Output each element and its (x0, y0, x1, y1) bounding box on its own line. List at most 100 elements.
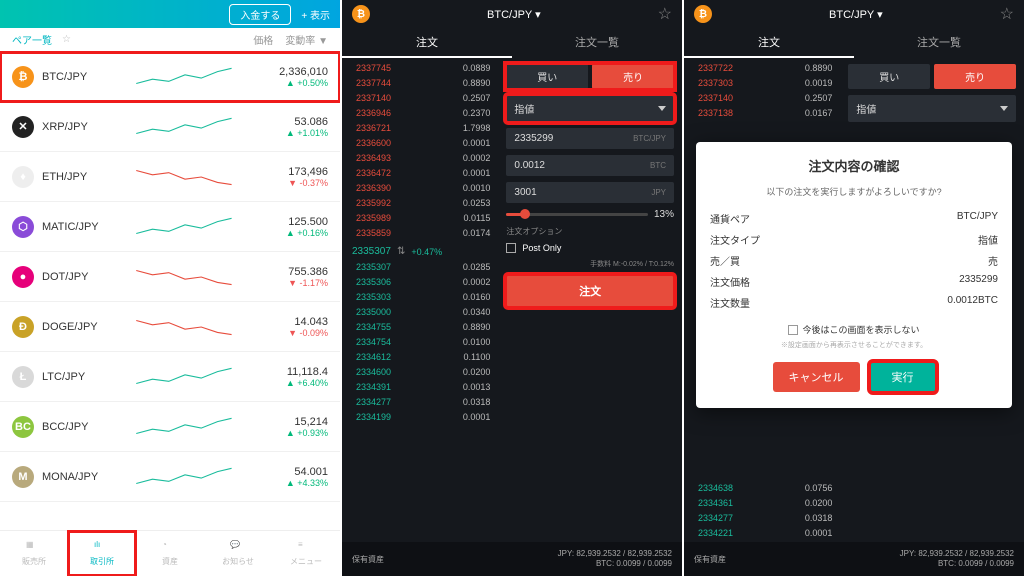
orderbook-row[interactable]: 23346380.0756 (684, 482, 840, 497)
total-input[interactable]: 3001JPY (506, 182, 674, 203)
tab-order[interactable]: 注文 (342, 28, 512, 58)
pair-row[interactable]: ₿ BTC/JPY 2,336,010 ▲ +0.50% (0, 52, 340, 102)
tab-order-list[interactable]: 注文一覧 (854, 28, 1024, 58)
modal-row: 注文価格2335299 (710, 271, 998, 292)
orderbook-row[interactable]: 23342770.0318 (342, 396, 498, 411)
sparkline (112, 114, 258, 140)
pair-change: ▲ +6.40% (258, 378, 328, 388)
sell-tab[interactable]: 売り (592, 64, 674, 89)
sparkline (112, 164, 258, 190)
pair-price: 14.043 (258, 316, 328, 328)
top-bar: 入金する + 表示 (0, 0, 340, 28)
orderbook-row[interactable]: 23363900.0010 (342, 182, 498, 197)
show-link[interactable]: + 表示 (301, 7, 330, 22)
sparkline (112, 64, 258, 90)
orderbook-row[interactable]: 23359920.0253 (342, 197, 498, 212)
cancel-button[interactable]: キャンセル (773, 362, 860, 392)
modal-row: 通貨ペアBTC/JPY (710, 208, 998, 229)
modal-note: ※設定画面から再表示させることができます。 (710, 340, 998, 350)
orderbook-row[interactable]: 23371400.2507 (684, 92, 840, 107)
sparkline (112, 364, 258, 390)
pair-row[interactable]: ✕ XRP/JPY 53.086 ▲ +1.01% (0, 102, 340, 152)
deposit-button[interactable]: 入金する (229, 4, 291, 25)
nav-item[interactable]: ◔資産 (136, 531, 204, 576)
orderbook-row[interactable]: 23341990.0001 (342, 411, 498, 426)
bottom-nav: ▦販売所ılı取引所◔資産💬お知らせ≡メニュー (0, 530, 340, 576)
orderbook-row[interactable]: 23359890.0115 (342, 212, 498, 227)
dont-show-checkbox[interactable]: 今後はこの画面を表示しない (710, 323, 998, 336)
orderbook-row[interactable]: 23371380.0167 (684, 107, 840, 122)
orderbook-row[interactable]: 23342210.0001 (684, 527, 840, 542)
footer-label: 保有資産 (694, 554, 726, 565)
confirm-panel: ₿ BTC/JPY ▾ ☆ 注文 注文一覧 23377220.889023373… (684, 0, 1024, 576)
orderbook-row[interactable]: 23353060.0002 (342, 276, 498, 291)
orderbook-row[interactable]: 23343610.0200 (684, 497, 840, 512)
pair-row[interactable]: ⬡ MATIC/JPY 125.500 ▲ +0.16% (0, 202, 340, 252)
orderbook-row[interactable]: 23347540.0100 (342, 336, 498, 351)
order-type-select[interactable]: 指値 (848, 95, 1016, 122)
pair-row[interactable]: M MONA/JPY 54.001 ▲ +4.33% (0, 452, 340, 502)
orderbook-row[interactable]: 23346120.1100 (342, 351, 498, 366)
favorite-icon[interactable]: ☆ (1000, 4, 1014, 24)
orderbook-row[interactable]: 23346000.0200 (342, 366, 498, 381)
dot-icon: ● (12, 266, 34, 288)
pair-row[interactable]: BC BCC/JPY 15,214 ▲ +0.93% (0, 402, 340, 452)
pair-row[interactable]: Ð DOGE/JPY 14.043 ▼ -0.09% (0, 302, 340, 352)
pair-change: ▼ -1.17% (258, 278, 328, 288)
orderbook-row[interactable]: 23358590.0174 (342, 227, 498, 242)
modal-title: 注文内容の確認 (710, 156, 998, 175)
pair-price: 125.500 (258, 216, 328, 228)
orderbook-row[interactable]: 23371400.2507 (342, 92, 498, 107)
orderbook-row[interactable]: 23353030.0160 (342, 291, 498, 306)
orderbook-row[interactable]: 23373030.0019 (684, 77, 840, 92)
pair-row[interactable]: ♦ ETH/JPY 173,496 ▼ -0.37% (0, 152, 340, 202)
orderbook-row[interactable]: 23369460.2370 (342, 107, 498, 122)
favorites-tab-icon[interactable]: ☆ (62, 34, 71, 45)
amount-slider[interactable] (506, 213, 648, 216)
price-input[interactable]: 2335299BTC/JPY (506, 128, 674, 149)
orderbook-row[interactable]: 23364930.0002 (342, 152, 498, 167)
pair-selector[interactable]: BTC/JPY ▾ (829, 8, 883, 21)
pair-symbol: DOGE/JPY (42, 321, 112, 333)
confirm-modal: 注文内容の確認 以下の注文を実行しますがよろしいですか? 通貨ペアBTC/JPY… (696, 142, 1012, 408)
orderbook-row[interactable]: 23350000.0340 (342, 306, 498, 321)
orderbook-row[interactable]: 23347550.8890 (342, 321, 498, 336)
orderbook-row[interactable]: 23377450.0889 (342, 62, 498, 77)
pair-row[interactable]: ● DOT/JPY 755.386 ▼ -1.17% (0, 252, 340, 302)
favorite-icon[interactable]: ☆ (658, 4, 672, 24)
sell-tab[interactable]: 売り (934, 64, 1016, 89)
orderbook-row[interactable]: 23353070.0285 (342, 261, 498, 276)
pair-symbol: DOT/JPY (42, 271, 112, 283)
pair-tab[interactable]: ペア一覧 (12, 32, 52, 47)
execute-button[interactable]: 実行 (870, 362, 936, 392)
pair-selector[interactable]: BTC/JPY ▾ (487, 8, 541, 21)
nav-item[interactable]: ılı取引所 (68, 531, 136, 576)
buy-tab[interactable]: 買い (506, 64, 588, 89)
modal-row: 売／買売 (710, 250, 998, 271)
submit-order-button[interactable]: 注文 (506, 275, 674, 307)
pair-row[interactable]: Ł LTC/JPY 11,118.4 ▲ +6.40% (0, 352, 340, 402)
orderbook-row[interactable]: 23364720.0001 (342, 167, 498, 182)
orderbook-row[interactable]: 23343910.0013 (342, 381, 498, 396)
order-type-select[interactable]: 指値 (506, 95, 674, 122)
orderbook-row[interactable]: 23377440.8890 (342, 77, 498, 92)
pair-symbol: MATIC/JPY (42, 221, 112, 233)
tab-order[interactable]: 注文 (684, 28, 854, 58)
list-header: ペア一覧 ☆ 価格 変動率 ▼ (0, 28, 340, 52)
tab-order-list[interactable]: 注文一覧 (512, 28, 682, 58)
pair-price: 53.086 (258, 116, 328, 128)
orderbook-row[interactable]: 23342770.0318 (684, 512, 840, 527)
amount-input[interactable]: 0.0012BTC (506, 155, 674, 176)
nav-item[interactable]: ≡メニュー (272, 531, 340, 576)
buy-tab[interactable]: 買い (848, 64, 930, 89)
col-change[interactable]: 変動率 ▼ (285, 32, 328, 47)
post-only-checkbox[interactable]: Post Only (506, 243, 674, 253)
orderbook-row[interactable]: 23366000.0001 (342, 137, 498, 152)
nav-item[interactable]: ▦販売所 (0, 531, 68, 576)
footer-jpy: JPY: 82,939.2532 / 82,939.2532 (558, 549, 672, 559)
buy-sell-tabs: 買い 売り (506, 64, 674, 89)
nav-item[interactable]: 💬お知らせ (204, 531, 272, 576)
orderbook-row[interactable]: 23367211.7998 (342, 122, 498, 137)
nav-icon: ◔ (162, 540, 178, 554)
orderbook-row[interactable]: 23377220.8890 (684, 62, 840, 77)
